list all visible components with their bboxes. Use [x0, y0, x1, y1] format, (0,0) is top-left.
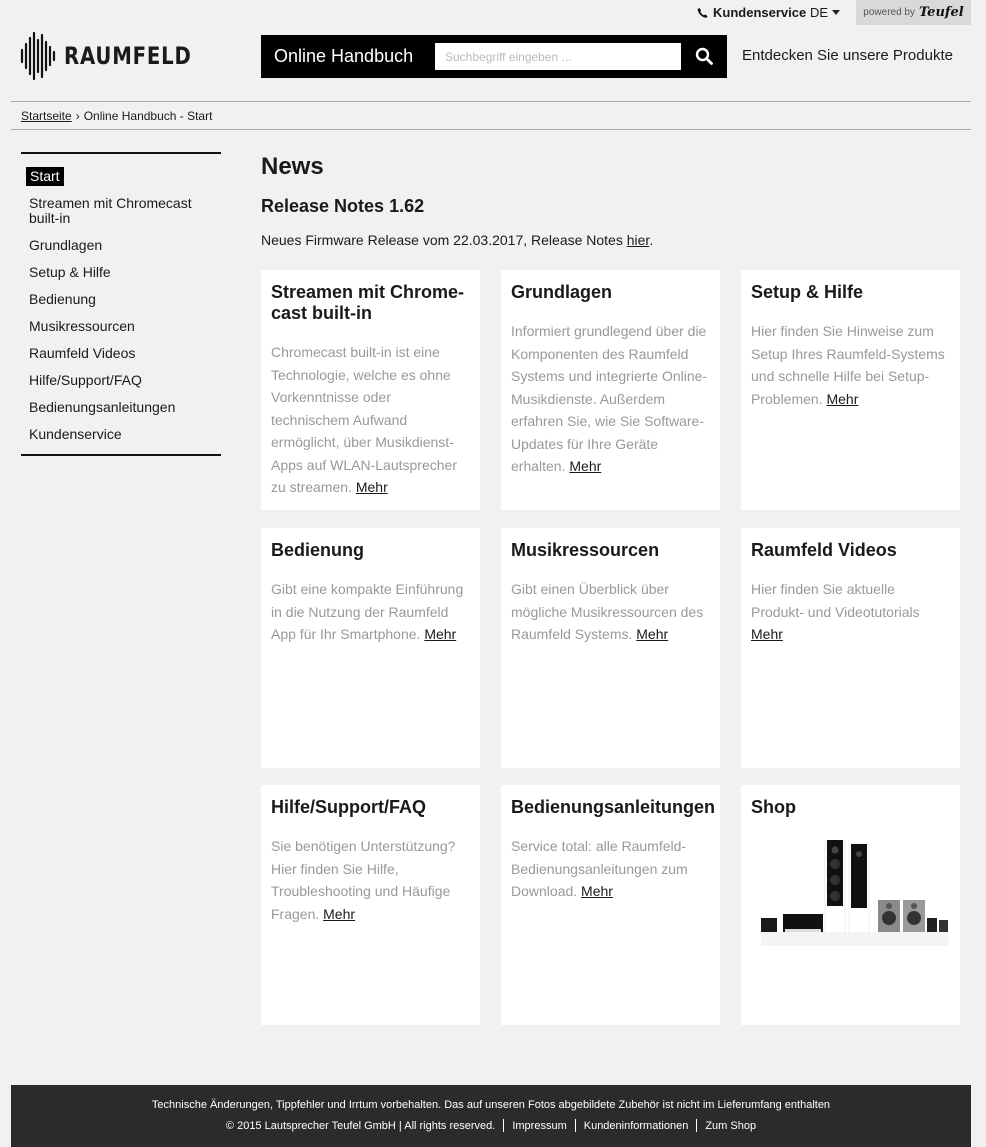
sidebar-item-bedienungsanleitungen[interactable]: Bedienungsanleitungen: [21, 400, 221, 415]
sidebar-item-bedienung[interactable]: Bedienung: [21, 292, 221, 307]
card-title: Raumfeld Videos: [751, 540, 897, 560]
breadcrumb-home-link[interactable]: Startseite: [21, 109, 72, 123]
card-support-faq[interactable]: Hilfe/Support/FAQ Sie benötigen Unterstü…: [261, 785, 480, 1025]
release-notes-link[interactable]: hier: [627, 232, 650, 248]
card-title: Bedienungsanleitungen: [511, 797, 716, 817]
more-link[interactable]: Mehr: [581, 883, 613, 899]
card-grundlagen[interactable]: Grundlagen Informiert grundlegend über d…: [501, 270, 720, 510]
release-notes-title: Release Notes 1.62: [261, 196, 425, 216]
search-button[interactable]: [685, 41, 723, 71]
footer: Technische Änderungen, Tippfehler und Ir…: [11, 1085, 971, 1147]
footer-link-kundeninformationen[interactable]: Kundeninformationen: [576, 1120, 697, 1132]
card-bedienung[interactable]: Bedienung Gibt eine kompakte Einführung …: [261, 528, 480, 768]
card-text: Hier finden Sie aktuelle Produkt- und Vi…: [751, 578, 950, 646]
sidebar-item-grundlagen[interactable]: Grundlagen: [21, 238, 221, 253]
divider: [11, 129, 971, 130]
card-description: Hier finden Sie aktuelle Produkt- und Vi…: [751, 581, 920, 620]
release-notes-description: Neues Firmware Release vom 22.03.2017, R…: [261, 232, 627, 248]
release-notes-period: .: [649, 232, 654, 248]
more-link[interactable]: Mehr: [569, 458, 601, 474]
release-notes-text: Neues Firmware Release vom 22.03.2017, R…: [261, 232, 653, 248]
card-description: Informiert grundlegend über die Komponen…: [511, 323, 708, 474]
footer-links: © 2015 Lautsprecher Teufel GmbH | All ri…: [11, 1119, 971, 1132]
card-setup-hilfe[interactable]: Setup & Hilfe Hier finden Sie Hinweise z…: [741, 270, 960, 510]
sidebar-item-videos[interactable]: Raumfeld Videos: [21, 346, 221, 361]
card-text: Informiert grundlegend über die Komponen…: [511, 320, 710, 478]
card-bedienungsanleitungen[interactable]: Bedienungsanleitungen Service total: all…: [501, 785, 720, 1025]
chevron-down-icon: [832, 10, 841, 15]
more-link[interactable]: Mehr: [826, 391, 858, 407]
card-chromecast[interactable]: Streamen mit Chrome-cast built-in Chrome…: [261, 270, 480, 510]
powered-by-teufel[interactable]: powered by Teufel: [856, 0, 971, 25]
sidebar-item-setup-hilfe[interactable]: Setup & Hilfe: [21, 265, 221, 280]
card-title: Bedienung: [271, 540, 364, 560]
card-text: Gibt einen Überblick über mögliche Musik…: [511, 578, 710, 646]
search-icon: [695, 47, 713, 65]
more-link[interactable]: Mehr: [323, 906, 355, 922]
sidebar-item-kundenservice[interactable]: Kundenservice: [21, 427, 221, 442]
teufel-brand: Teufel: [918, 5, 964, 20]
more-link[interactable]: Mehr: [751, 626, 783, 642]
card-description: Sie benötigen Unterstützung? Hier finden…: [271, 838, 456, 922]
card-title: Musikressourcen: [511, 540, 660, 560]
footer-copyright: © 2015 Lautsprecher Teufel GmbH | All ri…: [225, 1119, 496, 1132]
powered-by-label: powered by: [863, 7, 915, 18]
logo-text: RAUMFELD: [64, 42, 192, 70]
raumfeld-logo[interactable]: RAUMFELD: [20, 30, 220, 82]
more-link[interactable]: Mehr: [636, 626, 668, 642]
card-title: Setup & Hilfe: [751, 282, 864, 302]
sidebar-nav: Start Streamen mit Chromecast built-in G…: [21, 152, 221, 456]
card-musikressourcen[interactable]: Musikressourcen Gibt einen Überblick übe…: [501, 528, 720, 768]
sidebar-item-support-faq[interactable]: Hilfe/Support/FAQ: [21, 373, 221, 388]
card-videos[interactable]: Raumfeld Videos Hier finden Sie aktuelle…: [741, 528, 960, 768]
top-bar: Kundenservice DE powered by Teufel: [0, 0, 986, 26]
card-text: Service total: alle Raumfeld-Bedienungsa…: [511, 835, 710, 903]
search-bar: Online Handbuch: [261, 35, 727, 78]
card-title: Streamen mit Chrome-cast built-in: [271, 282, 465, 323]
sidebar-item-chromecast[interactable]: Streamen mit Chromecast built-in: [21, 196, 221, 226]
customer-service-label: Kundenservice: [713, 5, 807, 20]
page-title: News: [261, 153, 324, 180]
breadcrumb: Startseite › Online Handbuch - Start: [21, 109, 212, 123]
language-selector[interactable]: DE: [810, 5, 841, 20]
breadcrumb-current: Online Handbuch - Start: [83, 109, 213, 123]
footer-link-shop[interactable]: Zum Shop: [697, 1120, 764, 1132]
phone-icon: [697, 7, 708, 18]
raumfeld-logo-icon: [20, 31, 56, 81]
card-title: Shop: [751, 797, 796, 817]
sidebar-item-musikressourcen[interactable]: Musikressourcen: [21, 319, 221, 334]
breadcrumb-separator: ›: [75, 109, 80, 123]
card-shop[interactable]: Shop: [741, 785, 960, 1025]
customer-service-link[interactable]: Kundenservice: [697, 5, 806, 20]
card-title: Hilfe/Support/FAQ: [271, 797, 426, 817]
more-link[interactable]: Mehr: [356, 479, 388, 495]
card-text: Sie benötigen Unterstützung? Hier finden…: [271, 835, 470, 925]
card-description: Chromecast built-in ist eine Technologie…: [271, 344, 457, 495]
card-text: Hier finden Sie Hinweise zum Setup Ihres…: [751, 320, 950, 410]
footer-disclaimer: Technische Änderungen, Tippfehler und Ir…: [151, 1099, 831, 1111]
card-text: Gibt eine kompakte Einführung in die Nut…: [271, 578, 470, 646]
card-description: Gibt einen Überblick über mögliche Musik…: [511, 581, 704, 642]
language-label: DE: [810, 5, 829, 20]
footer-link-impressum[interactable]: Impressum: [504, 1120, 574, 1132]
discover-products-link[interactable]: Entdecken Sie unsere Produkte: [742, 47, 953, 64]
card-text: Chromecast built-in ist eine Technologie…: [271, 341, 470, 499]
search-title: Online Handbuch: [274, 46, 414, 66]
card-title: Grundlagen: [511, 282, 613, 302]
sidebar-item-start[interactable]: Start: [26, 167, 64, 186]
divider: [11, 101, 971, 102]
speaker-product-image: [761, 840, 949, 946]
more-link[interactable]: Mehr: [424, 626, 456, 642]
search-input[interactable]: [435, 43, 681, 70]
